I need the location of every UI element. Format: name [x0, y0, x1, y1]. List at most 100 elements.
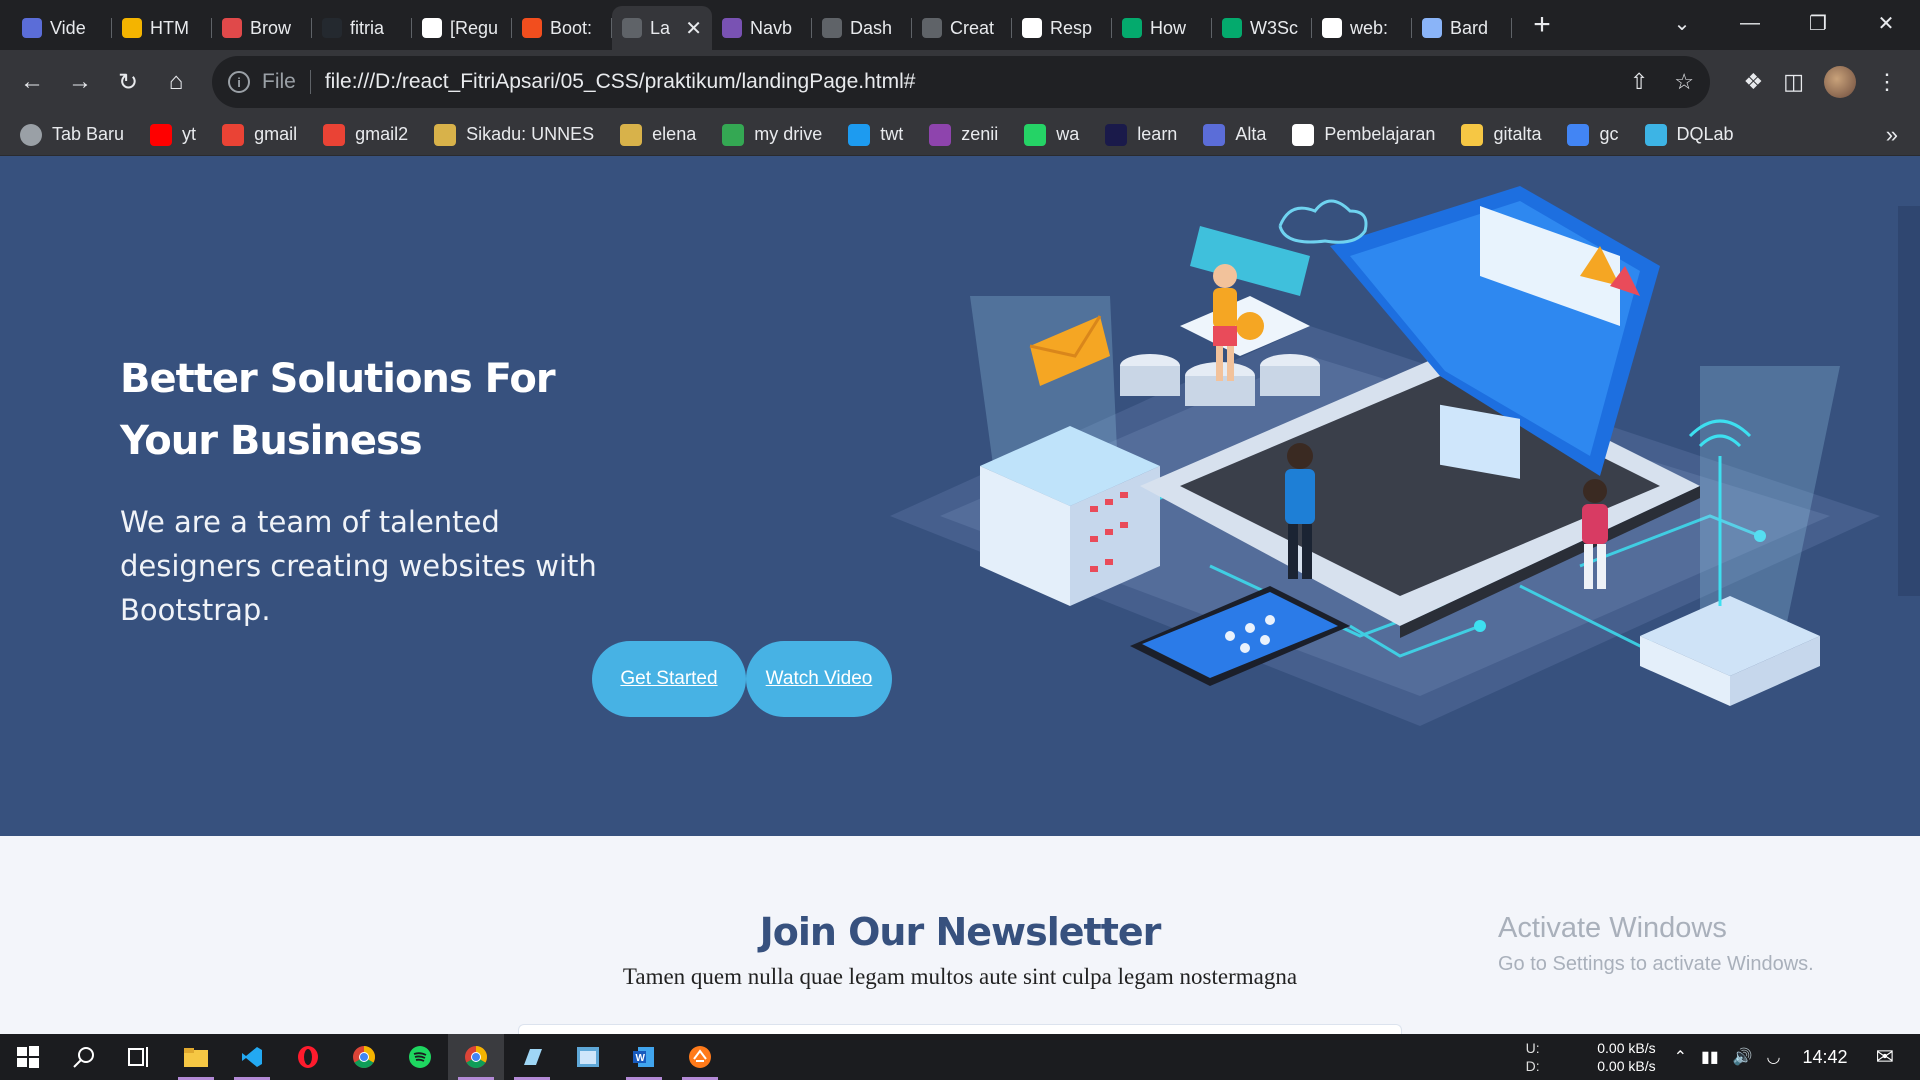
browser-tab[interactable]: Brow [212, 6, 312, 50]
browser-tab[interactable]: [Regu [412, 6, 512, 50]
bookmark-item[interactable]: learn [1105, 123, 1177, 146]
bookmark-item[interactable]: Alta [1203, 123, 1266, 146]
bookmark-label: elena [652, 124, 697, 144]
bookmark-star-icon[interactable]: ☆ [1674, 69, 1694, 95]
menu-icon[interactable]: ⋮ [1876, 69, 1898, 95]
browser-tab[interactable]: fitria [312, 6, 412, 50]
codepen-icon [1022, 18, 1042, 38]
task-view-icon[interactable] [112, 1034, 168, 1080]
close-tab-icon[interactable]: ✕ [685, 16, 702, 41]
forward-icon[interactable]: → [56, 58, 104, 106]
bookmark-item[interactable]: my drive [722, 123, 822, 146]
start-icon[interactable] [0, 1034, 56, 1080]
browser-tab[interactable]: How [1112, 6, 1212, 50]
browser-tab[interactable]: web: [1312, 6, 1412, 50]
net-down-value: 0.00 kB/s [1597, 1058, 1656, 1074]
more-bookmarks-icon[interactable]: » [1886, 122, 1898, 148]
bookmark-item[interactable]: gmail [222, 123, 297, 146]
sublime-icon[interactable] [672, 1034, 728, 1080]
tab-label: web: [1350, 17, 1389, 38]
share-icon[interactable]: ⇧ [1630, 69, 1648, 95]
hero-title: Better Solutions For Your Business [120, 356, 556, 464]
bookmark-item[interactable]: yt [150, 123, 196, 146]
network-speed: U: 0.00 kB/s D: 0.00 kB/s [1526, 1040, 1656, 1074]
unnes-icon [620, 123, 643, 146]
browser-tab[interactable]: Navb [712, 6, 812, 50]
notes-app-icon[interactable] [504, 1034, 560, 1080]
file-explorer-icon[interactable] [168, 1034, 224, 1080]
slides-icon [122, 18, 142, 38]
site-info-icon[interactable]: i [228, 71, 250, 93]
volume-icon[interactable]: 🔊 [1733, 1047, 1753, 1067]
address-bar[interactable]: i File file:///D:/react_FitriApsari/05_C… [212, 56, 1710, 108]
window-app-icon[interactable] [560, 1034, 616, 1080]
show-hidden-icons-icon[interactable]: ⌃ [1674, 1047, 1687, 1067]
bookmark-label: Pembelajaran [1324, 124, 1436, 144]
back-icon[interactable]: ← [8, 58, 56, 106]
bookmark-item[interactable]: gitalta [1461, 123, 1541, 146]
get-started-button[interactable]: Get Started [592, 641, 746, 717]
bookmark-item[interactable]: gc [1567, 123, 1619, 146]
bookmark-item[interactable]: DQLab [1644, 123, 1734, 146]
twitter-icon [848, 123, 871, 146]
chrome-active-icon[interactable] [448, 1034, 504, 1080]
bookmark-label: gmail2 [355, 124, 409, 144]
extensions-icon[interactable]: ❖ [1743, 69, 1763, 95]
watch-video-button[interactable]: Watch Video [746, 641, 892, 717]
vscode-icon[interactable] [224, 1034, 280, 1080]
bookmark-label: twt [880, 124, 904, 144]
browser-tab[interactable]: Bard [1412, 6, 1512, 50]
browser-tab[interactable]: W3Sc [1212, 6, 1312, 50]
page-scrollbar-thumb[interactable] [1898, 206, 1920, 596]
bookmark-item[interactable]: zenii [929, 123, 999, 146]
tab-label: Dash [850, 17, 893, 38]
side-panel-icon[interactable]: ◫ [1783, 69, 1804, 95]
battery-icon[interactable]: ▮▮ [1701, 1047, 1719, 1067]
browser-tab[interactable]: Creat [912, 6, 1012, 50]
new-tab-icon[interactable]: + [1522, 5, 1562, 45]
bookmark-label: zenii [961, 124, 999, 144]
newsletter-form[interactable] [518, 1024, 1402, 1034]
dqlab-icon [1644, 123, 1667, 146]
bookmark-item[interactable]: Sikadu: UNNES [434, 123, 594, 146]
browser-tab[interactable]: Resp [1012, 6, 1112, 50]
word-icon[interactable]: W [616, 1034, 672, 1080]
home-icon[interactable]: ⌂ [152, 58, 200, 106]
clock[interactable]: 14:42 [1803, 1047, 1848, 1068]
bard-icon [1422, 18, 1442, 38]
net-up-value: 0.00 kB/s [1597, 1040, 1656, 1056]
profile-avatar[interactable] [1824, 66, 1856, 98]
wifi-icon[interactable]: ◡ [1767, 1047, 1781, 1067]
zenius-icon [929, 123, 952, 146]
spotify-icon[interactable] [392, 1034, 448, 1080]
close-window-icon[interactable]: ✕ [1852, 0, 1920, 46]
globe-icon [20, 123, 42, 146]
browser-tab[interactable]: Dash [812, 6, 912, 50]
tab-search-icon[interactable]: ⌄ [1648, 0, 1716, 46]
address-url[interactable]: file:///D:/react_FitriApsari/05_CSS/prak… [325, 70, 916, 94]
browser-tab[interactable]: La ✕ [612, 6, 712, 50]
notifications-icon[interactable]: ✉ [1876, 1044, 1894, 1070]
bookmark-item[interactable]: Pembelajaran [1292, 123, 1436, 146]
bookmark-label: Tab Baru [52, 124, 125, 144]
bookmark-item[interactable]: gmail2 [323, 123, 409, 146]
opera-icon[interactable] [280, 1034, 336, 1080]
watermark-line-1: Activate Windows [1498, 912, 1727, 944]
bookmark-item[interactable]: Tab Baru [20, 123, 125, 146]
tab-label: Creat [950, 17, 995, 38]
search-icon[interactable] [56, 1034, 112, 1080]
bookmark-item[interactable]: twt [848, 123, 904, 146]
bookmark-item[interactable]: wa [1024, 123, 1079, 146]
browser-tab[interactable]: Vide [12, 6, 112, 50]
calendar-icon [1567, 123, 1590, 146]
bookmark-item[interactable]: elena [620, 123, 697, 146]
activate-windows-watermark: Activate Windows Go to Settings to activ… [1498, 912, 1814, 976]
video-icon [22, 18, 42, 38]
browser-tab[interactable]: Boot: [512, 6, 612, 50]
browser-tab[interactable]: HTM [112, 6, 212, 50]
restore-icon[interactable]: ❐ [1784, 0, 1852, 46]
tab-label: Brow [250, 17, 292, 38]
chrome-icon[interactable] [336, 1034, 392, 1080]
minimize-icon[interactable]: — [1716, 0, 1784, 46]
reload-icon[interactable]: ↻ [104, 58, 152, 106]
